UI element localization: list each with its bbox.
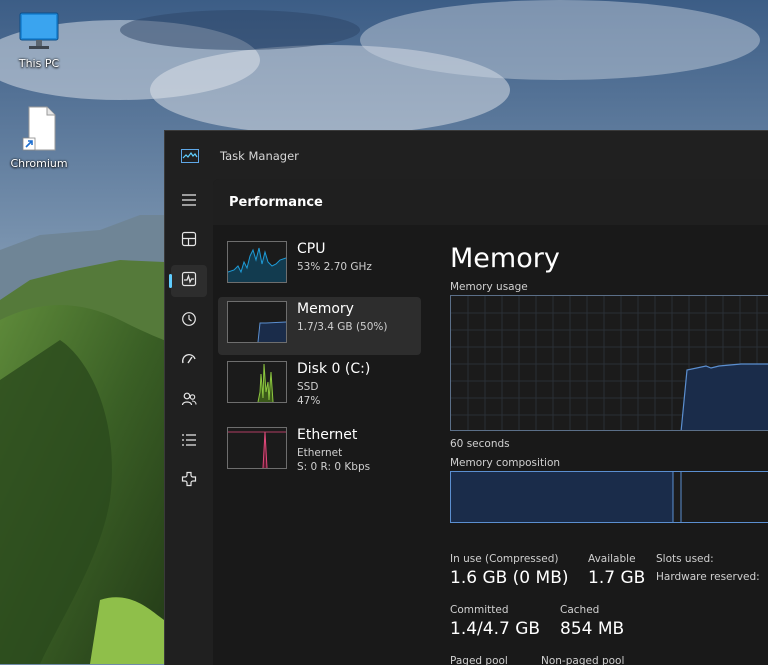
in-use-label: In use (Compressed) — [450, 553, 559, 565]
available-label: Available — [588, 553, 636, 565]
memory-composition-bar — [450, 471, 768, 523]
device-name: Memory — [297, 301, 354, 317]
hamburger-menu-button[interactable] — [171, 185, 207, 217]
app-history-icon — [181, 311, 197, 331]
nav-services[interactable] — [171, 465, 207, 497]
device-type: Ethernet — [297, 447, 343, 459]
memory-composition-label: Memory composition — [450, 457, 561, 469]
hamburger-menu-icon — [181, 192, 197, 211]
device-stat: 53% 2.70 GHz — [297, 261, 372, 273]
monitor-icon — [17, 12, 61, 55]
ethernet-thumbnail-graph — [227, 427, 287, 469]
device-item-ethernet[interactable]: Ethernet Ethernet S: 0 R: 0 Kbps — [218, 423, 421, 481]
cached-label: Cached — [560, 604, 600, 616]
cpu-thumbnail-graph — [227, 241, 287, 283]
memory-usage-graph — [450, 295, 768, 431]
device-name: Ethernet — [297, 427, 358, 443]
file-shortcut-icon — [17, 106, 61, 155]
device-stat: S: 0 R: 0 Kbps — [297, 461, 371, 473]
desktop-icon-this-pc[interactable]: This PC — [4, 12, 74, 70]
desktop-icon-chromium[interactable]: Chromium — [4, 106, 74, 170]
cached-value: 854 MB — [560, 619, 625, 639]
memory-detail-panel: Memory Memory usage 60 seconds Memory co… — [450, 225, 768, 665]
device-type: SSD — [297, 381, 319, 393]
slots-used-label: Slots used: — [656, 553, 714, 565]
nav-details[interactable] — [171, 425, 207, 457]
nav-startup-apps[interactable] — [171, 345, 207, 377]
services-icon — [181, 471, 197, 491]
graph-time-label: 60 seconds — [450, 438, 510, 450]
memory-thumbnail-graph — [227, 301, 287, 343]
navigation-rail — [165, 179, 213, 665]
device-name: Disk 0 (C:) — [297, 361, 371, 377]
in-use-value: 1.6 GB (0 MB) — [450, 568, 569, 588]
performance-page: Performance CPU 53% 2.70 GHz Memory 1.7/… — [213, 179, 768, 665]
device-item-cpu[interactable]: CPU 53% 2.70 GHz — [218, 237, 421, 295]
nav-app-history[interactable] — [171, 305, 207, 337]
disk-thumbnail-graph — [227, 361, 287, 403]
details-icon — [181, 432, 197, 451]
device-item-disk[interactable]: Disk 0 (C:) SSD 47% — [218, 357, 421, 415]
startup-apps-icon — [181, 351, 197, 371]
performance-icon — [181, 271, 197, 291]
device-stat: 47% — [297, 395, 321, 407]
page-title: Performance — [229, 195, 323, 210]
users-icon — [181, 391, 197, 411]
desktop-icon-label: This PC — [18, 57, 60, 70]
memory-usage-label: Memory usage — [450, 281, 528, 293]
detail-title: Memory — [450, 243, 560, 274]
title-bar[interactable]: Task Manager — [165, 131, 768, 179]
hardware-reserved-label: Hardware reserved: — [656, 571, 760, 583]
nav-performance[interactable] — [169, 265, 207, 297]
nav-processes[interactable] — [171, 225, 207, 257]
task-manager-window: Task Manager Performance CPU 53% 2.70 GH… — [164, 130, 768, 665]
nav-users[interactable] — [171, 385, 207, 417]
device-stat: 1.7/3.4 GB (50%) — [297, 321, 388, 333]
available-value: 1.7 GB — [588, 568, 646, 588]
task-manager-app-icon — [181, 148, 199, 163]
desktop-icon-label: Chromium — [10, 157, 68, 170]
committed-label: Committed — [450, 604, 509, 616]
processes-icon — [181, 231, 197, 251]
page-header: Performance — [213, 179, 768, 225]
window-title: Task Manager — [220, 149, 299, 163]
device-name: CPU — [297, 241, 326, 257]
device-item-memory[interactable]: Memory 1.7/3.4 GB (50%) — [218, 297, 421, 355]
committed-value: 1.4/4.7 GB — [450, 619, 541, 639]
